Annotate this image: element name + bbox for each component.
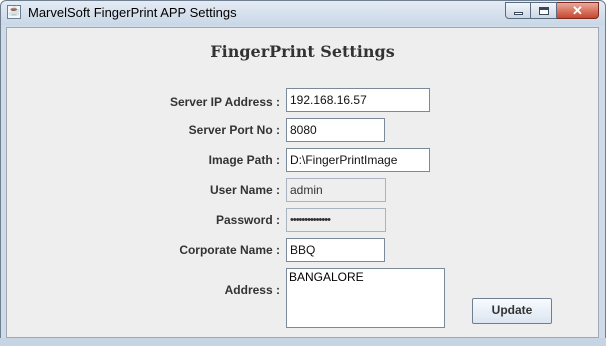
update-button[interactable]: Update	[472, 298, 552, 324]
maximize-icon	[539, 7, 549, 15]
form-heading: FingerPrint Settings	[210, 42, 395, 61]
title-bar[interactable]: ☕ MarvelSoft FingerPrint APP Settings ✕	[1, 1, 605, 25]
password-label: Password :	[215, 213, 280, 227]
image-path-label: Image Path :	[208, 153, 280, 167]
settings-panel: FingerPrint Settings Server IP Address :…	[6, 27, 599, 338]
address-textarea[interactable]: BANGALORE	[286, 268, 445, 328]
settings-window: ☕ MarvelSoft FingerPrint APP Settings ✕ …	[0, 0, 606, 346]
server-ip-label: Server IP Address :	[169, 95, 280, 109]
caption-buttons: ✕	[505, 2, 599, 20]
address-label: Address :	[224, 283, 280, 297]
minimize-icon	[514, 12, 523, 15]
user-name-label: User Name :	[209, 183, 280, 197]
close-icon: ✕	[572, 3, 583, 18]
corporate-name-input[interactable]: BBQ	[286, 238, 385, 262]
corporate-name-label: Corporate Name :	[179, 243, 280, 257]
image-path-input[interactable]: D:\FingerPrintImage	[286, 148, 430, 172]
java-icon[interactable]: ☕	[7, 5, 21, 19]
server-ip-input[interactable]: 192.168.16.57	[286, 88, 430, 112]
server-port-label: Server Port No :	[188, 123, 280, 137]
window-title: MarvelSoft FingerPrint APP Settings	[28, 5, 237, 20]
password-field[interactable]: ••••••••••••••	[286, 208, 386, 232]
window-bottom-border	[0, 338, 606, 346]
minimize-button[interactable]	[505, 2, 531, 19]
user-name-input[interactable]: admin	[286, 178, 386, 202]
maximize-button[interactable]	[531, 2, 557, 19]
server-port-input[interactable]: 8080	[286, 118, 385, 142]
close-button[interactable]: ✕	[557, 2, 599, 19]
